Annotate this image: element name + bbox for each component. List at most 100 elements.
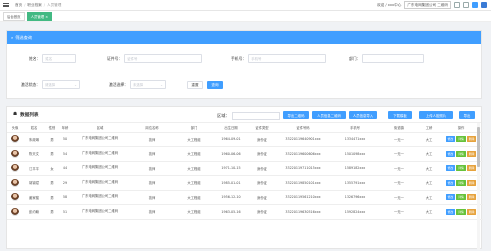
area-input[interactable] [231,112,280,120]
delete-button[interactable]: 删除 [466,179,477,186]
edit-button[interactable]: 修改 [445,136,456,143]
col-birth: 出生日期 [213,123,249,133]
cell-avatar [7,204,23,220]
personnel-qrcode-button[interactable]: 人员信息二维码 [312,111,346,119]
avatar [11,178,19,187]
type-select[interactable]: 未选择 ⌄ [129,80,166,89]
cell-years: 大工 [419,175,439,191]
status-select[interactable]: 请选择 ⌄ [41,80,80,89]
cell-area: 广东电网集团公司二维码 [71,175,129,191]
search-icon: ⌕ [11,35,14,40]
cell-idno: 33220119600606xxx [275,146,331,162]
area-label: 区域： [217,113,230,118]
top-navbar: 首页 / 职业档案 / 人员管理 欢迎 / xxx中心 广东电网集团公司 二维码 [0,0,491,11]
detail-button[interactable]: 详情 [456,150,466,157]
cell-name: 朱政琳 [23,132,45,147]
table-scrollbar[interactable] [477,123,480,250]
user-avatar[interactable] [481,2,487,8]
edit-button[interactable]: 修改 [445,194,456,201]
cell-dept: 大工程组 [175,204,213,220]
cell-idtype: 身份证 [249,161,275,176]
detail-button[interactable]: 详情 [456,194,466,201]
cell-idtype: 身份证 [249,132,275,147]
data-list-panel: ☗ 数据列表 区域： 导出二维码 人员信息二维码 人员信息导入 下载模板 上传人… [6,106,483,250]
cell-area: 广东电网集团公司二维码 [71,190,129,205]
table-row: 彭约翰男 51 广东电网集团公司二维码 技师 大工程组 1963-05-16 身份证 3322… [7,204,483,220]
detail-button[interactable]: 详情 [456,179,466,186]
cell-idtype: 身份证 [249,146,275,162]
cell-dept: 大工程组 [175,146,213,162]
delete-button[interactable]: 删除 [466,150,477,157]
col-job: 岗位名称 [129,123,175,133]
export-button[interactable]: 导出 [459,111,475,119]
refresh-icon[interactable] [463,2,469,8]
delete-button[interactable]: 删除 [466,165,477,172]
upload-face-button[interactable]: 上传人脸照片 [419,111,453,119]
breadcrumb-archive[interactable]: 职业档案 [27,3,41,8]
department-input[interactable] [362,54,425,63]
export-qrcode-button[interactable]: 导出二维码 [283,111,309,119]
cell-gender: 男 [45,175,59,191]
cell-gender: 男 [45,132,59,147]
name-input[interactable]: 姓名 [42,54,77,63]
cell-avatar [7,161,23,176]
tab-personnel[interactable]: 人员管理 × [26,11,53,21]
detail-button[interactable]: 详情 [456,165,466,172]
settings-icon[interactable] [472,2,478,8]
cell-job: 技师 [129,146,175,162]
cell-gender: 男 [45,190,59,205]
import-button[interactable]: 人员信息导入 [349,111,377,119]
cell-age: 50 [59,132,71,147]
cell-dept: 大工程组 [175,161,213,176]
chevron-down-icon: ⌄ [160,82,163,87]
avatar [11,149,19,158]
id-number-input[interactable]: 证件号 [124,54,203,63]
delete-button[interactable]: 删除 [466,208,477,215]
phone-input[interactable]: 手机号 [248,54,327,63]
search-panel: ⌕ 筛选查询 姓名： 姓名 证件号： 证件号 手机号： 手机号 部门： 激活状态… [6,30,482,99]
delete-button[interactable]: 删除 [466,136,477,143]
edit-button[interactable]: 修改 [445,179,456,186]
fullscreen-icon[interactable] [454,2,460,8]
cell-idno: 33220119630516xxx [275,204,331,220]
cell-area: 广东电网集团公司二维码 [71,146,129,162]
cell-street: 一无一 [379,190,419,205]
cell-street: 一无一 [379,175,419,191]
cell-job: 技师 [129,204,175,220]
delete-button[interactable]: 删除 [466,194,477,201]
cell-avatar [7,146,23,162]
query-button[interactable]: 查询 [207,81,223,89]
detail-button[interactable]: 详情 [456,208,466,215]
cell-phone: 1355791xxx [331,175,379,191]
edit-button[interactable]: 修改 [445,165,456,172]
org-select[interactable]: 广东电网集团公司 二维码 [404,1,451,9]
menu-toggle-icon[interactable] [3,2,9,8]
col-idno: 证件号码 [275,123,331,133]
cell-avatar [7,190,23,205]
name-label: 姓名： [29,55,41,61]
detail-button[interactable]: 详情 [456,136,466,143]
breadcrumb-home[interactable]: 首页 [15,3,22,8]
avatar [11,164,19,173]
reset-button[interactable]: 重置 [187,81,203,89]
table-row: 陈天文男 54 广东电网集团公司二维码 技师 大工程组 1960-06-06 身份证 3322… [7,146,483,162]
department-label: 部门： [349,55,361,61]
download-template-button[interactable]: 下载模板 [388,111,412,119]
avatar [11,135,19,144]
cell-area: 广东电网集团公司二维码 [71,161,129,176]
cell-age: 54 [59,146,71,162]
cell-age: 51 [59,204,71,220]
edit-button[interactable]: 修改 [445,150,456,157]
cell-street: 一无一 [379,146,419,162]
cell-birth: 1956-12-10 [213,190,249,205]
tab-home[interactable]: 后台首页 [3,11,25,21]
cell-phone: 1326796xxx [331,190,379,205]
cell-avatar [7,132,23,147]
cell-job: 技师 [129,161,175,176]
cell-age: 29 [59,175,71,191]
table-row: 江平平女 44 广东电网集团公司二维码 技师 大工程组 1971-10-15 身份证 3322… [7,161,483,176]
edit-button[interactable]: 修改 [445,208,456,215]
cell-job: 技师 [129,132,175,147]
col-area: 区域 [71,123,129,133]
cell-age: 58 [59,190,71,205]
